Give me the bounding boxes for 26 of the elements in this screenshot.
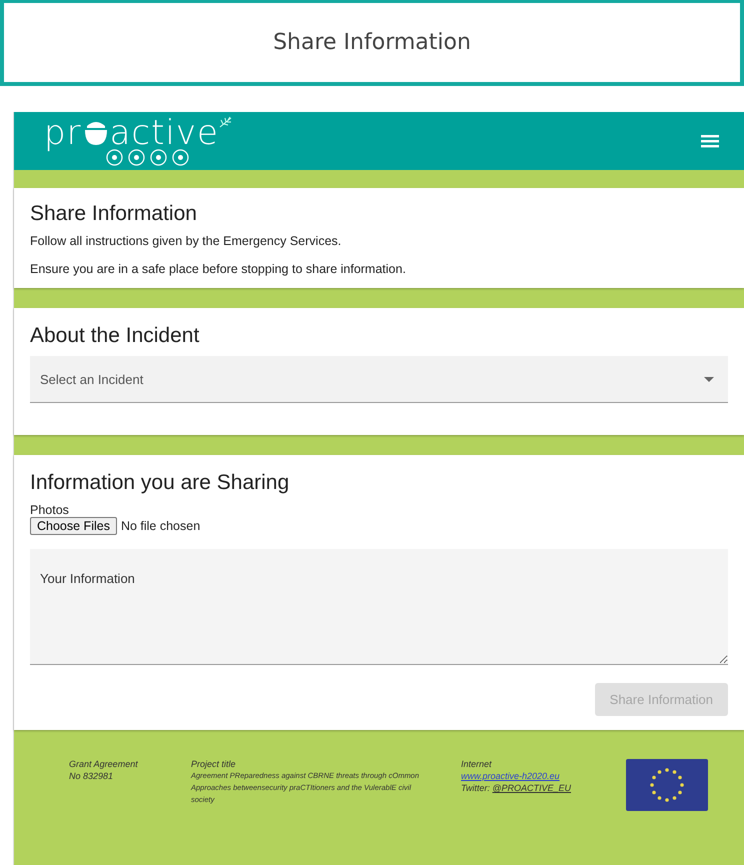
file-status: No file chosen <box>120 519 200 533</box>
twitter-label: Twitter: <box>461 783 491 793</box>
hazard-icon <box>150 149 167 166</box>
grant-text: Grant Agreement No 832981 <box>69 758 139 782</box>
dropdown-caret-icon <box>704 376 714 382</box>
incident-select[interactable]: Select an Incident <box>30 356 728 403</box>
menu-icon[interactable] <box>701 134 719 148</box>
instruction-text: Ensure you are in a safe place before stopping to share information. <box>30 262 407 276</box>
information-textarea[interactable]: Your Information <box>30 549 728 665</box>
photos-label: Photos <box>30 503 70 517</box>
project-label: Project title <box>191 758 237 770</box>
banner-title: Share Information <box>273 30 471 55</box>
flag-icon <box>626 759 708 811</box>
twitter-link[interactable]: @PROACTIVE_EU <box>492 783 571 793</box>
card-title: Information you are Sharing <box>30 471 290 495</box>
hazard-icon <box>106 149 123 166</box>
choose-files-button[interactable]: Choose Files <box>30 517 117 535</box>
website-link[interactable]: www.proactive-h2020.eu <box>461 770 626 782</box>
hazard-icon <box>128 149 145 166</box>
card-title: About the Incident <box>30 324 200 348</box>
hazard-icon <box>172 149 189 166</box>
sprig-icon <box>218 116 233 128</box>
internet-label: Internet <box>461 758 493 770</box>
card-title: Share Information <box>30 202 198 226</box>
instruction-text: Follow all instructions given by the Emergency Services. <box>30 234 342 248</box>
logo-text: active <box>110 118 219 148</box>
